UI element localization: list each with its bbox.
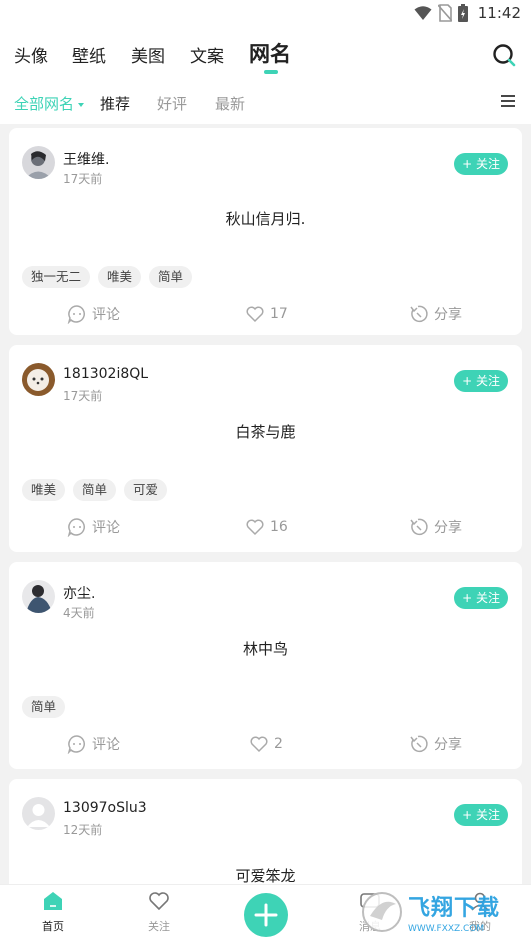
nickname-text: 林中鸟 xyxy=(242,640,288,658)
tag-list: 独一无二 唯美 简单 xyxy=(22,266,193,288)
menu-icon[interactable] xyxy=(499,92,517,110)
tab-home-label: 首页 xyxy=(42,920,64,933)
post-card[interactable]: 181302i8QL 17天前 + 关注 白茶与鹿 唯美 简单 可爱 评论 16… xyxy=(9,345,522,552)
comment-icon xyxy=(67,518,85,537)
plus-icon xyxy=(254,903,278,927)
tab-copywriting[interactable]: 文案 xyxy=(190,42,224,67)
heart-icon xyxy=(149,892,169,911)
filter-bar: 全部网名 推荐 好评 最新 xyxy=(0,80,531,124)
comment-button[interactable]: 评论 xyxy=(67,304,120,324)
share-label: 分享 xyxy=(434,737,462,753)
post-card[interactable]: 13097oSlu3 12天前 + 关注 可爱笨龙 xyxy=(9,779,522,884)
avatar[interactable] xyxy=(22,797,55,830)
tab-following-label: 关注 xyxy=(148,920,170,933)
post-card[interactable]: 亦尘. 4天前 + 关注 林中鸟 简单 评论 2 分享 xyxy=(9,562,522,769)
tab-home[interactable]: 首页 xyxy=(23,891,83,934)
post-feed: 王维维. 17天前 + 关注 秋山信月归. 独一无二 唯美 简单 评论 17 分… xyxy=(0,124,531,884)
category-dropdown[interactable]: 全部网名 xyxy=(14,93,86,114)
share-label: 分享 xyxy=(434,520,462,536)
comment-button[interactable]: 评论 xyxy=(67,734,120,754)
like-count: 2 xyxy=(274,736,283,752)
create-post-button[interactable] xyxy=(244,893,288,937)
share-button[interactable]: 分享 xyxy=(409,734,462,754)
comment-label: 评论 xyxy=(92,737,120,753)
no-sim-icon xyxy=(437,4,452,22)
comment-icon xyxy=(67,735,85,754)
avatar[interactable] xyxy=(22,363,55,396)
tab-photos[interactable]: 美图 xyxy=(131,42,165,67)
tag[interactable]: 唯美 xyxy=(98,266,142,288)
tag-list: 唯美 简单 可爱 xyxy=(22,479,168,501)
battery-icon xyxy=(457,4,468,22)
post-time: 4天前 xyxy=(63,606,95,620)
like-button[interactable]: 17 xyxy=(245,304,288,324)
tab-following[interactable]: 关注 xyxy=(129,891,189,934)
caret-down-icon xyxy=(78,102,85,107)
share-label: 分享 xyxy=(434,307,462,323)
status-bar: 11:42 xyxy=(0,0,531,28)
username[interactable]: 王维维. xyxy=(63,149,109,169)
like-button[interactable]: 2 xyxy=(249,734,283,754)
follow-button[interactable]: + 关注 xyxy=(454,153,508,175)
username[interactable]: 亦尘. xyxy=(63,583,95,603)
tag[interactable]: 唯美 xyxy=(22,479,66,501)
post-card[interactable]: 王维维. 17天前 + 关注 秋山信月归. 独一无二 唯美 简单 评论 17 分… xyxy=(9,128,522,335)
post-time: 17天前 xyxy=(63,389,103,403)
category-dropdown-label: 全部网名 xyxy=(14,95,75,113)
tab-avatar[interactable]: 头像 xyxy=(14,42,48,67)
share-button[interactable]: 分享 xyxy=(409,304,462,324)
status-icons: 11:42 xyxy=(414,4,521,22)
comment-icon xyxy=(67,305,85,324)
comment-label: 评论 xyxy=(92,307,120,323)
like-button[interactable]: 16 xyxy=(245,517,288,537)
follow-button[interactable]: + 关注 xyxy=(454,370,508,392)
tag[interactable]: 可爱 xyxy=(124,479,168,501)
watermark: 飞翔下载 WWW.FXXZ.COM xyxy=(360,884,528,940)
avatar[interactable] xyxy=(22,146,55,179)
home-icon xyxy=(44,892,62,910)
follow-button[interactable]: + 关注 xyxy=(454,587,508,609)
watermark-text-block: 飞翔下载 WWW.FXXZ.COM xyxy=(408,890,500,934)
tag[interactable]: 独一无二 xyxy=(22,266,91,288)
share-icon xyxy=(410,735,428,753)
share-button[interactable]: 分享 xyxy=(409,517,462,537)
active-tab-indicator xyxy=(264,70,278,74)
watermark-title: 飞翔下载 xyxy=(408,896,501,921)
follow-button[interactable]: + 关注 xyxy=(454,804,508,826)
tag-list: 简单 xyxy=(22,696,66,718)
username[interactable]: 181302i8QL xyxy=(63,366,148,382)
search-icon[interactable] xyxy=(491,42,517,68)
watermark-logo-icon xyxy=(362,892,402,932)
watermark-url: WWW.FXXZ.COM xyxy=(408,924,485,934)
avatar[interactable] xyxy=(22,580,55,613)
like-count: 16 xyxy=(270,519,288,535)
filter-recommended[interactable]: 推荐 xyxy=(100,93,130,114)
wifi-icon xyxy=(414,6,432,20)
tab-wallpaper[interactable]: 壁纸 xyxy=(72,42,106,67)
filter-top-rated[interactable]: 好评 xyxy=(157,93,187,114)
heart-icon xyxy=(246,306,264,323)
tag[interactable]: 简单 xyxy=(22,696,66,718)
heart-icon xyxy=(250,736,268,753)
tag[interactable]: 简单 xyxy=(73,479,117,501)
nickname-text: 秋山信月归. xyxy=(225,210,306,228)
post-time: 17天前 xyxy=(63,172,103,186)
like-count: 17 xyxy=(270,306,288,322)
heart-icon xyxy=(246,519,264,536)
share-icon xyxy=(410,518,428,536)
tag[interactable]: 简单 xyxy=(149,266,193,288)
post-time: 12天前 xyxy=(63,823,103,837)
top-nav: 头像 壁纸 美图 文案 网名 xyxy=(0,28,531,80)
share-icon xyxy=(410,305,428,323)
username[interactable]: 13097oSlu3 xyxy=(63,800,147,816)
nickname-text: 白茶与鹿 xyxy=(235,423,296,441)
filter-latest[interactable]: 最新 xyxy=(215,93,245,114)
nickname-text: 可爱笨龙 xyxy=(235,867,296,884)
tab-nicknames[interactable]: 网名 xyxy=(249,38,291,68)
comment-button[interactable]: 评论 xyxy=(67,517,120,537)
comment-label: 评论 xyxy=(92,520,120,536)
status-time: 11:42 xyxy=(477,4,521,22)
